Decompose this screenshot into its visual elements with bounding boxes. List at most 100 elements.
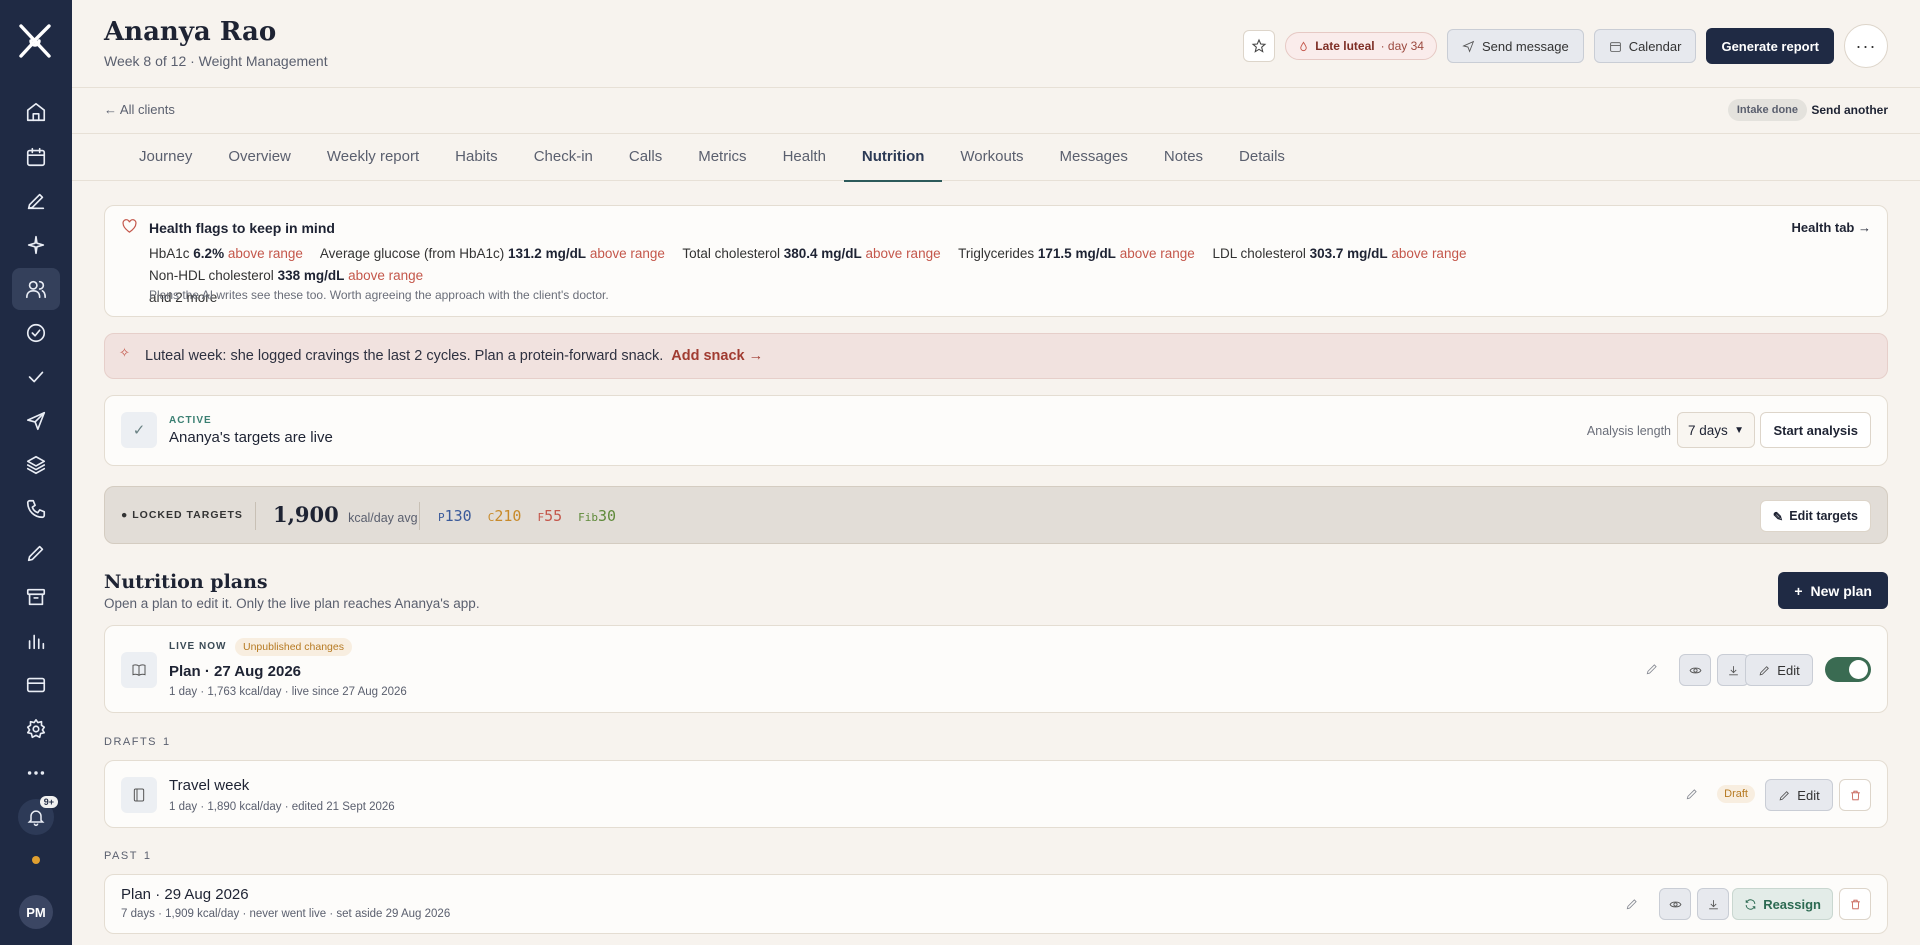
plan-title: Plan · 29 Aug 2026 bbox=[121, 886, 249, 903]
add-snack-link[interactable]: Add snack → bbox=[671, 348, 763, 364]
tab-details[interactable]: Details bbox=[1221, 134, 1303, 181]
cycle-phase-pill[interactable]: Late luteal · day 34 bbox=[1285, 32, 1437, 60]
tab-check-in[interactable]: Check-in bbox=[516, 134, 611, 181]
rename-pencil-icon[interactable] bbox=[1685, 787, 1701, 803]
calendar-icon[interactable] bbox=[12, 136, 60, 178]
tab-metrics[interactable]: Metrics bbox=[680, 134, 764, 181]
unpublished-badge: Unpublished changes bbox=[235, 638, 352, 656]
tab-weekly-report[interactable]: Weekly report bbox=[309, 134, 437, 181]
flag-item: Triglycerides 171.5 mg/dL above range bbox=[958, 246, 1195, 261]
star-icon bbox=[1251, 38, 1267, 53]
edit-draft-button[interactable]: Edit bbox=[1765, 779, 1833, 811]
delete-plan-button[interactable] bbox=[1839, 888, 1871, 920]
eye-icon bbox=[1669, 901, 1681, 907]
user-avatar[interactable]: PM bbox=[19, 895, 53, 929]
edit-icon[interactable] bbox=[12, 532, 60, 574]
rename-pencil-icon[interactable] bbox=[1625, 897, 1641, 913]
credit-card-icon[interactable] bbox=[12, 664, 60, 706]
tab-notes[interactable]: Notes bbox=[1146, 134, 1221, 181]
pencil-icon[interactable] bbox=[12, 180, 60, 222]
tab-overview[interactable]: Overview bbox=[210, 134, 309, 181]
macro-protein: P130 bbox=[438, 507, 472, 525]
send-message-label: Send message bbox=[1481, 38, 1569, 54]
archive-icon[interactable] bbox=[12, 576, 60, 618]
new-plan-label: New plan bbox=[1810, 582, 1872, 599]
check-circle-icon[interactable] bbox=[12, 312, 60, 354]
health-flags-card: Health flags to keep in mind Health tab … bbox=[104, 205, 1888, 317]
tab-workouts[interactable]: Workouts bbox=[942, 134, 1041, 181]
header-actions: Late luteal · day 34 Send message Calend… bbox=[1243, 24, 1888, 68]
flag-item: Non-HDL cholesterol 338 mg/dL above rang… bbox=[149, 268, 424, 283]
reassign-button[interactable]: Reassign bbox=[1732, 888, 1833, 920]
app-logo[interactable] bbox=[16, 22, 54, 60]
clients-icon[interactable] bbox=[12, 268, 60, 310]
back-label: All clients bbox=[119, 102, 175, 117]
notification-count-badge: 9+ bbox=[39, 796, 58, 808]
client-subtitle: Week 8 of 12 · Weight Management bbox=[104, 53, 328, 69]
luteal-tip-banner: ✧ Luteal week: she logged cravings the l… bbox=[104, 333, 1888, 379]
settings-icon[interactable] bbox=[12, 708, 60, 750]
bell-icon bbox=[27, 810, 45, 827]
plan-title: Travel week bbox=[169, 777, 250, 794]
phone-icon[interactable] bbox=[12, 488, 60, 530]
calendar-button[interactable]: Calendar bbox=[1593, 29, 1697, 63]
analysis-length-value: 7 days bbox=[1688, 422, 1728, 438]
layers-icon[interactable] bbox=[12, 444, 60, 486]
sparkle-icon[interactable] bbox=[12, 224, 60, 266]
lock-icon: ● bbox=[121, 509, 129, 521]
notifications-button[interactable]: 9+ bbox=[18, 796, 58, 835]
start-analysis-button[interactable]: Start analysis bbox=[1760, 412, 1871, 448]
nutrition-plans-title: Nutrition plans bbox=[104, 571, 268, 593]
more-options-button[interactable]: ··· bbox=[1844, 24, 1888, 68]
delete-draft-button[interactable] bbox=[1839, 779, 1871, 811]
bar-chart-icon[interactable] bbox=[12, 620, 60, 662]
send-icon[interactable] bbox=[12, 400, 60, 442]
favorite-button[interactable] bbox=[1243, 30, 1276, 62]
macro-carbs: C210 bbox=[487, 507, 522, 525]
past-plan-card[interactable]: Plan · 29 Aug 2026 7 days · 1,909 kcal/d… bbox=[104, 874, 1888, 934]
locked-targets-label: ● LOCKED TARGETS bbox=[121, 509, 243, 521]
pencil-icon bbox=[1759, 665, 1770, 675]
send-icon bbox=[1462, 40, 1475, 53]
tab-nutrition[interactable]: Nutrition bbox=[843, 134, 943, 182]
edit-targets-button[interactable]: ✎ Edit targets bbox=[1759, 500, 1871, 532]
book-icon bbox=[121, 652, 157, 688]
flag-item: LDL cholesterol 303.7 mg/dL above range bbox=[1212, 246, 1467, 261]
edit-plan-button[interactable]: Edit bbox=[1745, 654, 1813, 686]
health-tab-link[interactable]: Health tab → bbox=[1792, 220, 1871, 235]
tab-messages[interactable]: Messages bbox=[1041, 134, 1145, 181]
calendar-label: Calendar bbox=[1628, 38, 1682, 54]
back-to-clients-link[interactable]: ← All clients bbox=[104, 102, 175, 117]
kcal-target: 1,900 kcal/day avg bbox=[273, 502, 418, 527]
trash-icon bbox=[1850, 899, 1860, 909]
live-toggle[interactable] bbox=[1825, 657, 1871, 682]
check-icon: ✓ bbox=[121, 412, 157, 448]
send-message-button[interactable]: Send message bbox=[1446, 29, 1584, 63]
send-another-link[interactable]: Send another bbox=[1811, 103, 1888, 117]
refresh-icon bbox=[1745, 898, 1756, 910]
live-now-label: LIVE NOW bbox=[169, 641, 227, 652]
checkmark-icon[interactable] bbox=[12, 356, 60, 398]
past-section-label: PAST 1 bbox=[104, 850, 152, 862]
tab-habits[interactable]: Habits bbox=[437, 134, 516, 181]
analysis-length-select[interactable]: 7 days ▼ bbox=[1677, 412, 1755, 448]
preview-button[interactable] bbox=[1659, 888, 1691, 920]
tab-calls[interactable]: Calls bbox=[611, 134, 680, 181]
preview-button[interactable] bbox=[1679, 654, 1711, 686]
rename-pencil-icon[interactable] bbox=[1645, 662, 1661, 678]
tab-health[interactable]: Health bbox=[765, 134, 844, 181]
macro-fat: F55 bbox=[537, 507, 563, 525]
home-icon[interactable] bbox=[12, 91, 60, 133]
draft-plan-card[interactable]: Travel week 1 day · 1,890 kcal/day · edi… bbox=[104, 760, 1888, 828]
macro-fiber: Fib30 bbox=[578, 507, 617, 525]
new-plan-button[interactable]: + New plan bbox=[1778, 572, 1888, 609]
download-button[interactable] bbox=[1697, 888, 1729, 920]
cycle-phase-day: · day 34 bbox=[1380, 39, 1424, 53]
generate-report-button[interactable]: Generate report bbox=[1706, 28, 1834, 64]
calendar-icon bbox=[1609, 41, 1621, 52]
more-horizontal-icon[interactable] bbox=[12, 752, 60, 794]
luteal-tip-text: Luteal week: she logged cravings the las… bbox=[145, 348, 763, 364]
tab-journey[interactable]: Journey bbox=[121, 134, 210, 181]
live-plan-card[interactable]: LIVE NOW Unpublished changes Plan · 27 A… bbox=[104, 625, 1888, 713]
chevron-down-icon: ▼ bbox=[1734, 424, 1744, 436]
